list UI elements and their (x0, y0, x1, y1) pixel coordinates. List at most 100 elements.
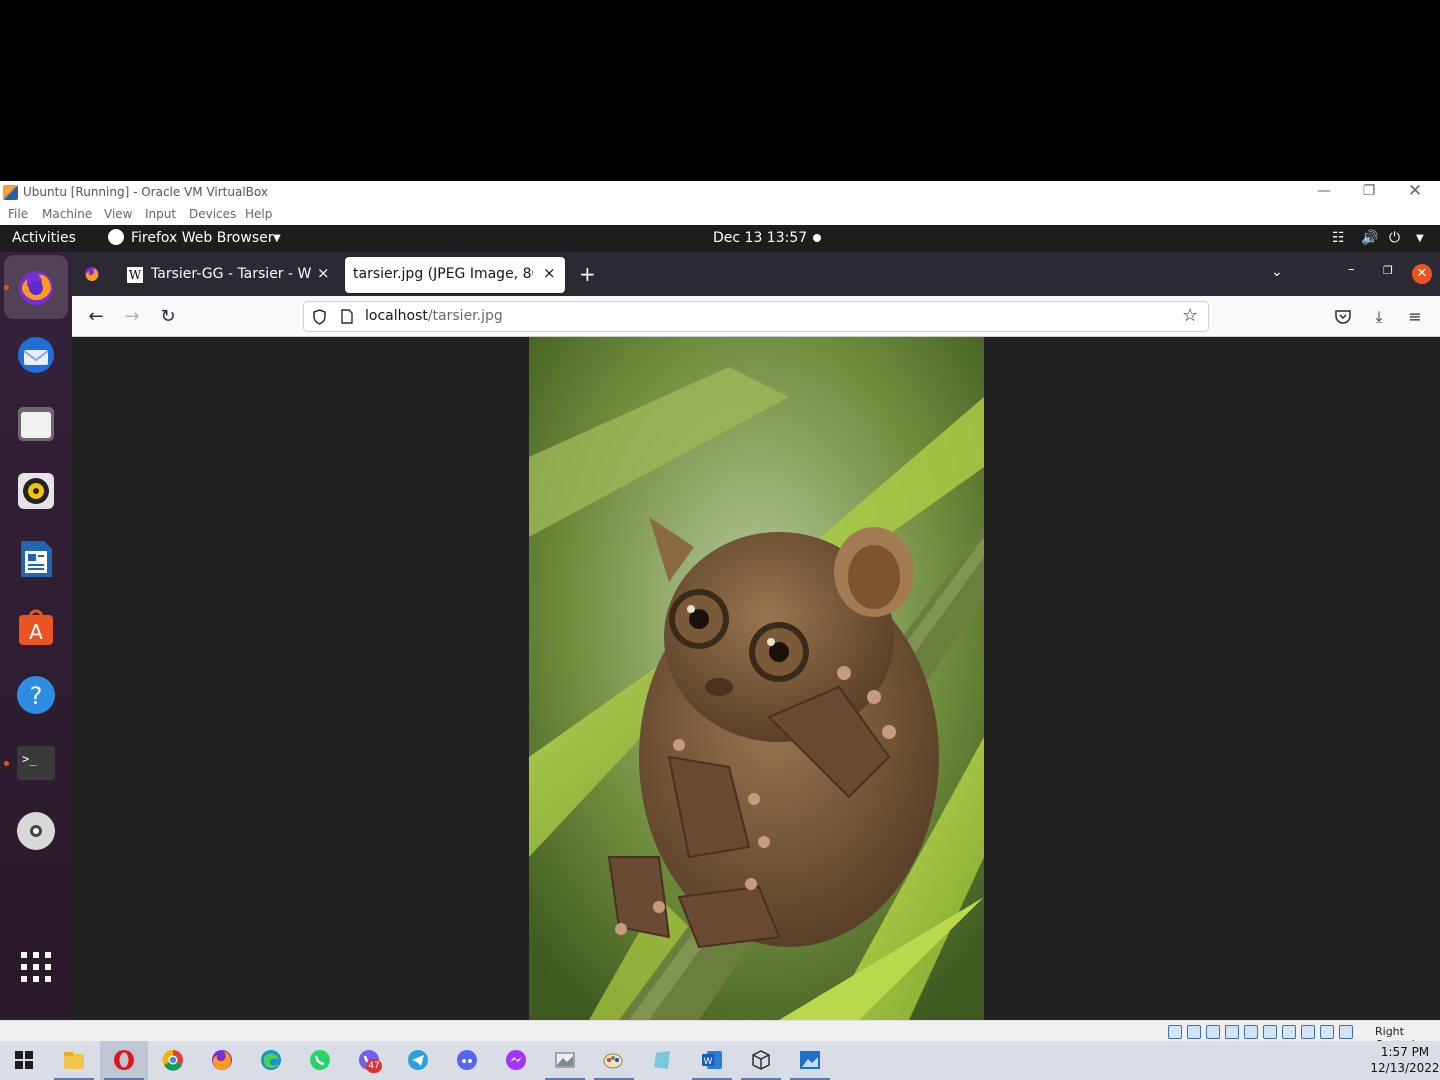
window-restore-icon[interactable]: ❐ (1383, 264, 1393, 277)
recording-icon[interactable] (1301, 1025, 1315, 1039)
image-viewer-icon (555, 1052, 575, 1068)
tab-wikipedia[interactable]: W Tarsier-GG - Tarsier - Wikipedia × (118, 257, 333, 293)
terminal-icon: >_ (17, 746, 55, 780)
forward-icon[interactable]: → (120, 305, 144, 329)
url-bar[interactable]: localhost/tarsier.jpg ☆ (303, 301, 1209, 332)
activities-button[interactable]: Activities (12, 230, 76, 246)
app-menu[interactable]: Firefox Web Browser (131, 230, 274, 246)
taskbar-whatsapp[interactable] (296, 1041, 344, 1080)
window-close-icon[interactable]: ✕ (1412, 264, 1432, 284)
menu-view[interactable]: View (104, 207, 132, 221)
hamburger-menu-icon[interactable]: ≡ (1403, 305, 1427, 329)
ubuntu-software-icon: A (19, 609, 53, 645)
chevron-down-icon[interactable]: ▼ (273, 233, 281, 244)
virtualbox-icon (752, 1050, 770, 1070)
network-adapter-icon[interactable] (1225, 1025, 1239, 1039)
libreoffice-writer-icon (21, 541, 52, 577)
taskbar-edge[interactable] (247, 1041, 295, 1080)
restore-button[interactable]: ❐ (1346, 181, 1392, 204)
harddisk-icon[interactable] (1168, 1025, 1182, 1039)
list-all-tabs-icon[interactable]: ⌄ (1271, 264, 1283, 280)
audio-icon[interactable] (1206, 1025, 1220, 1039)
reload-icon[interactable]: ↻ (156, 305, 180, 329)
clock-date: 12/13/2022 (1370, 1061, 1440, 1075)
navigation-toolbar: ← → ↻ localhost/tarsier.jpg ☆ ⤓ ≡ (72, 296, 1440, 337)
close-tab-icon[interactable]: × (543, 264, 556, 282)
dock-files[interactable] (4, 391, 68, 455)
pocket-icon[interactable] (1335, 309, 1351, 324)
running-indicator (4, 761, 9, 766)
optical-drive-icon[interactable] (1187, 1025, 1201, 1039)
dock-help[interactable]: ? (4, 663, 68, 727)
svg-text:>_: >_ (22, 752, 37, 766)
vbox-window-title: Ubuntu [Running] - Oracle VM VirtualBox (23, 185, 268, 199)
usb-icon[interactable] (1244, 1025, 1258, 1039)
power-icon[interactable]: ⏻ (1389, 230, 1400, 246)
taskbar-photos[interactable] (541, 1041, 589, 1080)
edge-icon (261, 1050, 281, 1070)
start-button[interactable] (0, 1041, 48, 1080)
dock-firefox[interactable] (4, 255, 68, 319)
taskbar-chrome[interactable] (149, 1041, 197, 1080)
display-icon[interactable] (1282, 1025, 1296, 1039)
taskbar-word[interactable]: W (688, 1041, 736, 1080)
taskbar-photo-app[interactable] (786, 1041, 834, 1080)
taskbar-discord[interactable] (443, 1041, 491, 1080)
taskbar-opera[interactable] (100, 1041, 148, 1080)
firefox-app-icon (108, 229, 124, 245)
close-tab-icon[interactable]: × (317, 264, 330, 282)
chrome-icon (162, 1049, 183, 1071)
windows-taskbar: 47 W 1:57 PM 12/13/2022 (0, 1041, 1440, 1080)
dock-thunderbird[interactable] (4, 323, 68, 387)
taskbar-messenger[interactable] (492, 1041, 540, 1080)
viber-badge: 47 (366, 1059, 382, 1073)
shared-folder-icon[interactable] (1263, 1025, 1277, 1039)
svg-text:?: ? (30, 682, 43, 710)
running-indicator (4, 285, 9, 290)
menu-help[interactable]: Help (245, 207, 272, 221)
close-button[interactable]: ✕ (1392, 181, 1438, 204)
minimize-button[interactable]: — (1301, 181, 1347, 204)
system-menu-chevron-icon[interactable]: ▼ (1416, 233, 1424, 244)
whatsapp-icon (310, 1050, 330, 1070)
network-icon[interactable]: ☷ (1332, 230, 1345, 246)
dock-rhythmbox[interactable] (4, 459, 68, 523)
taskbar-telegram[interactable] (394, 1041, 442, 1080)
system-clock[interactable]: 1:57 PM 12/13/2022 (1370, 1044, 1440, 1076)
taskbar-file-explorer[interactable] (50, 1041, 98, 1080)
downloads-icon[interactable]: ⤓ (1367, 305, 1391, 329)
volume-icon[interactable]: 🔊 (1361, 230, 1378, 246)
menu-machine[interactable]: Machine (42, 207, 92, 221)
taskbar-notes[interactable] (639, 1041, 687, 1080)
taskbar-virtualbox[interactable] (737, 1041, 785, 1080)
tab-tarsier-image[interactable]: tarsier.jpg (JPEG Image, 800 × (345, 257, 565, 293)
dock-ubuntu-software[interactable]: A (4, 595, 68, 659)
window-minimize-icon[interactable]: – (1348, 262, 1355, 277)
taskbar-viber[interactable]: 47 (345, 1041, 393, 1080)
dock-dvd[interactable] (4, 799, 68, 863)
taskbar-paint[interactable] (590, 1041, 638, 1080)
cpu-icon[interactable] (1320, 1025, 1334, 1039)
dock-terminal[interactable]: >_ (4, 731, 68, 795)
taskbar-firefox[interactable] (198, 1041, 246, 1080)
tab-label: tarsier.jpg (JPEG Image, 800 (353, 266, 533, 282)
menu-file[interactable]: File (8, 207, 28, 221)
tarsier-image[interactable] (529, 337, 984, 1020)
back-icon[interactable]: ← (84, 305, 108, 329)
virtualbox-window: Ubuntu [Running] - Oracle VM VirtualBox … (0, 181, 1440, 1051)
wikipedia-icon: W (127, 267, 143, 283)
shield-icon[interactable] (312, 309, 327, 325)
menu-input[interactable]: Input (145, 207, 176, 221)
show-apps-button[interactable] (4, 935, 68, 999)
apps-grid-icon (21, 952, 51, 982)
photos-icon (800, 1051, 820, 1069)
clock[interactable]: Dec 13 13:57 (713, 230, 807, 246)
mouse-integration-icon[interactable] (1339, 1025, 1353, 1039)
dock-writer[interactable] (4, 527, 68, 591)
firefox-view-icon[interactable] (84, 266, 100, 282)
firefox-icon (212, 1050, 232, 1070)
bookmark-star-icon[interactable]: ☆ (1182, 305, 1198, 326)
menu-devices[interactable]: Devices (189, 207, 236, 221)
help-icon: ? (17, 676, 55, 714)
new-tab-icon[interactable]: + (579, 262, 596, 286)
